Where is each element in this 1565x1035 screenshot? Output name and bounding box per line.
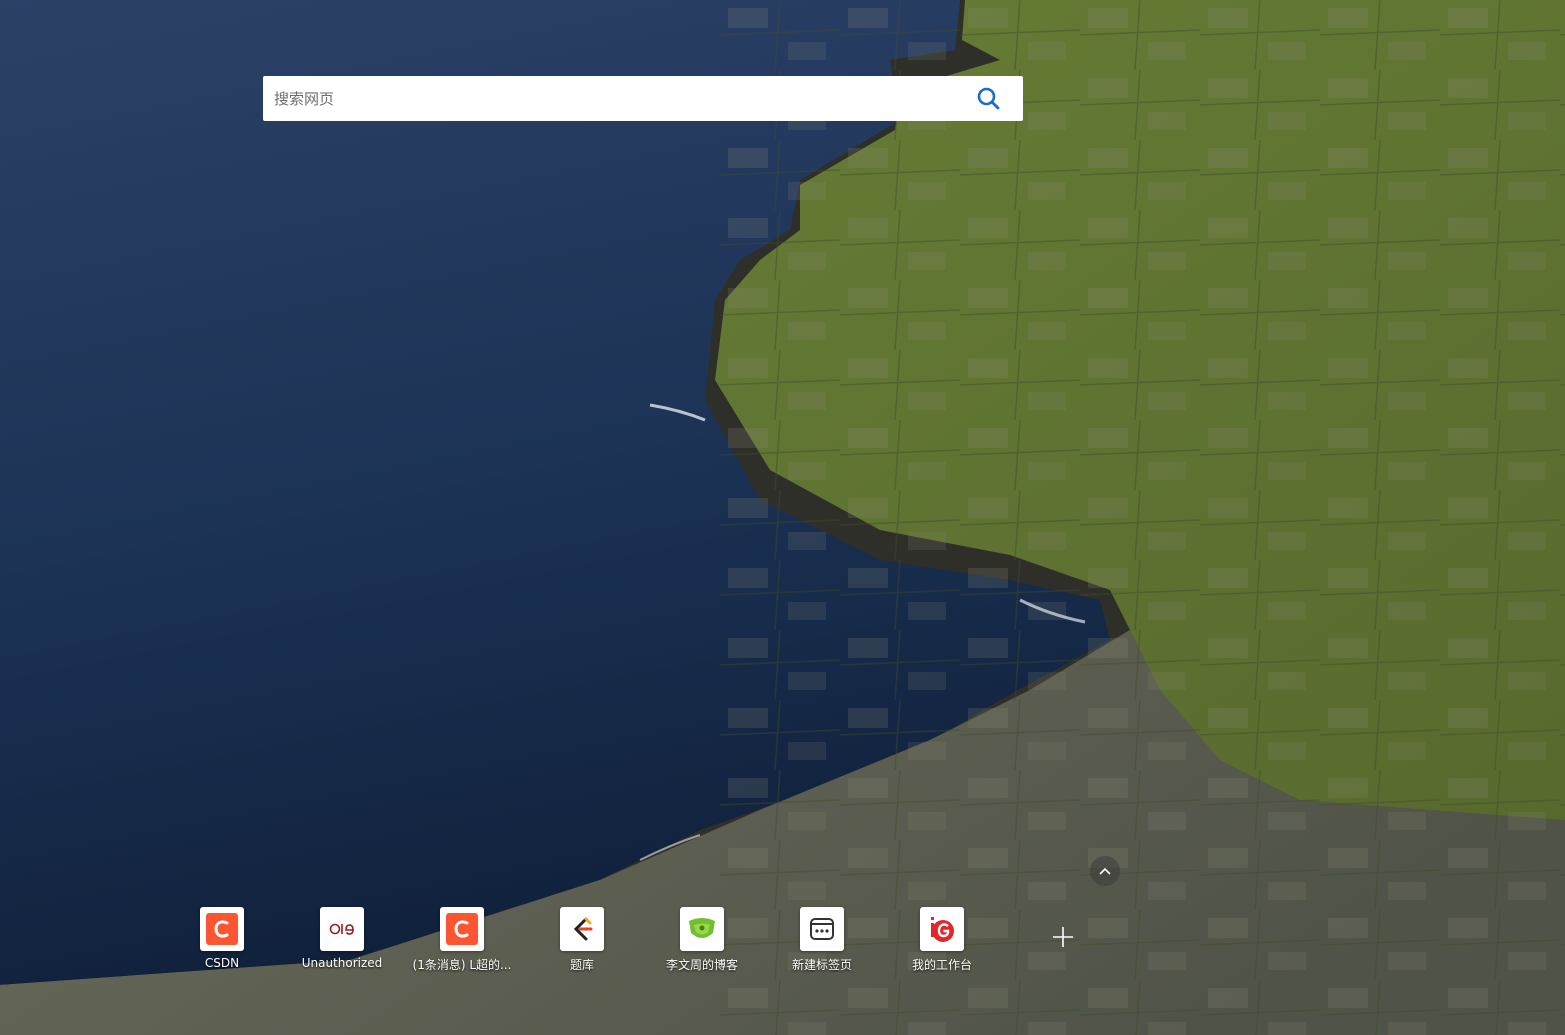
shortcut-tile: [800, 907, 844, 951]
shortcut-label: (1条消息) L超的...: [412, 958, 512, 972]
new-tab-icon: [806, 913, 838, 945]
shortcut-tile: [920, 907, 964, 951]
shortcut-label: CSDN: [204, 956, 240, 970]
oie-icon: [326, 913, 358, 945]
shortcut-label: 我的工作台: [911, 958, 972, 972]
workbench-icon: [926, 913, 958, 945]
shortcut-tile: [440, 907, 484, 951]
chevron-up-icon: [1099, 867, 1111, 875]
shortcut-csdn[interactable]: CSDN: [162, 907, 282, 977]
shortcut-unauthorized[interactable]: Unauthorized: [282, 907, 402, 977]
search-button[interactable]: [975, 85, 1003, 113]
shortcut-label: 题库: [569, 958, 594, 972]
csdn-icon: [206, 913, 238, 945]
shortcut-tile: [320, 907, 364, 951]
shortcut-label: 李文周的博客: [665, 958, 738, 972]
search-input[interactable]: [263, 76, 963, 121]
shortcut-new-tab[interactable]: 新建标签页: [762, 907, 882, 977]
add-shortcut-button[interactable]: [1041, 915, 1085, 959]
plus-icon: [1053, 927, 1073, 947]
background-wallpaper: [0, 0, 1565, 1035]
search-icon: [977, 87, 1000, 110]
shortcut-csdn-message[interactable]: (1条消息) L超的...: [402, 907, 522, 977]
new-tab-page: CSDN Unauthorized (1条消息) L超的...: [0, 0, 1565, 1035]
shortcut-blog[interactable]: 李文周的博客: [642, 907, 762, 977]
csdn-icon: [446, 913, 478, 945]
shortcut-tile: [560, 907, 604, 951]
shortcut-label: Unauthorized: [301, 956, 383, 970]
shortcut-workbench[interactable]: 我的工作台: [882, 907, 1002, 977]
tiku-icon: [566, 913, 598, 945]
collapse-shortcuts-button[interactable]: [1090, 856, 1120, 886]
blog-icon: [686, 913, 718, 945]
shortcut-tile: [200, 907, 244, 951]
shortcut-tile: [680, 907, 724, 951]
search-box: [263, 76, 1023, 121]
shortcut-label: 新建标签页: [791, 958, 852, 972]
shortcut-tiku[interactable]: 题库: [522, 907, 642, 977]
